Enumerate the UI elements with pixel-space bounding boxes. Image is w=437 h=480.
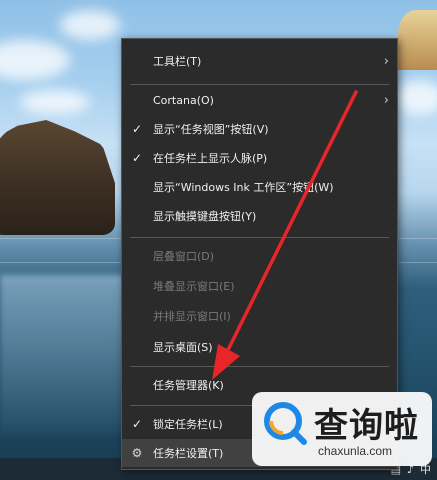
menu-separator (130, 237, 389, 238)
checkmark-icon: ✓ (131, 417, 143, 431)
site-watermark: 查询啦 chaxunla.com (252, 392, 432, 466)
menu-item-label: 锁定任务栏(L) (153, 418, 223, 431)
menu-item-label: 并排显示窗口(I) (153, 310, 231, 323)
menu-item-toolbars[interactable]: 工具栏(T) › (122, 47, 397, 75)
menu-item-label: Cortana(O) (153, 93, 214, 107)
chevron-right-icon: › (383, 92, 389, 108)
menu-item-label: 显示“任务视图”按钮(V) (153, 123, 269, 136)
chevron-right-icon: › (383, 53, 389, 69)
menu-item-show-desktop[interactable]: 显示桌面(S) (122, 333, 397, 361)
menu-item-windows-ink-button[interactable]: 显示“Windows Ink 工作区”按钮(W) (122, 173, 397, 201)
menu-item-cascade-windows: 层叠窗口(D) (122, 242, 397, 270)
cloud (60, 10, 120, 40)
menu-item-label: 堆叠显示窗口(E) (153, 280, 235, 293)
menu-item-label: 显示“Windows Ink 工作区”按钮(W) (153, 181, 334, 194)
cloud (20, 90, 90, 114)
menu-item-label: 显示触摸键盘按钮(Y) (153, 210, 257, 223)
menu-item-label: 显示桌面(S) (153, 341, 213, 354)
water-reflection (0, 275, 130, 435)
menu-item-label: 工具栏(T) (153, 55, 202, 68)
menu-item-touch-keyboard-button[interactable]: 显示触摸键盘按钮(Y) (122, 202, 397, 230)
menu-separator (130, 366, 389, 367)
menu-item-label: 层叠窗口(D) (153, 250, 215, 263)
menu-item-label: 任务栏设置(T) (153, 447, 224, 460)
gear-icon: ⚙ (131, 446, 143, 460)
menu-item-label: 任务管理器(K) (153, 379, 224, 392)
menu-separator (130, 84, 389, 85)
cloud (395, 80, 437, 115)
watermark-url: chaxunla.com (318, 444, 393, 458)
menu-item-cortana[interactable]: Cortana(O) › (122, 86, 397, 114)
menu-item-label: 在任务栏上显示人脉(P) (153, 152, 268, 165)
menu-item-show-people[interactable]: ✓ 在任务栏上显示人脉(P) (122, 144, 397, 172)
magnifier-logo-icon (264, 402, 307, 445)
cloud (0, 40, 70, 80)
menu-item-task-view-button[interactable]: ✓ 显示“任务视图”按钮(V) (122, 115, 397, 143)
checkmark-icon: ✓ (131, 122, 143, 136)
rock-formation-right (398, 10, 437, 70)
menu-item-stack-windows: 堆叠显示窗口(E) (122, 272, 397, 300)
watermark-title: 查询啦 (314, 406, 419, 446)
rock-formation-left (0, 120, 115, 235)
menu-item-side-by-side-windows: 并排显示窗口(I) (122, 302, 397, 330)
checkmark-icon: ✓ (131, 151, 143, 165)
